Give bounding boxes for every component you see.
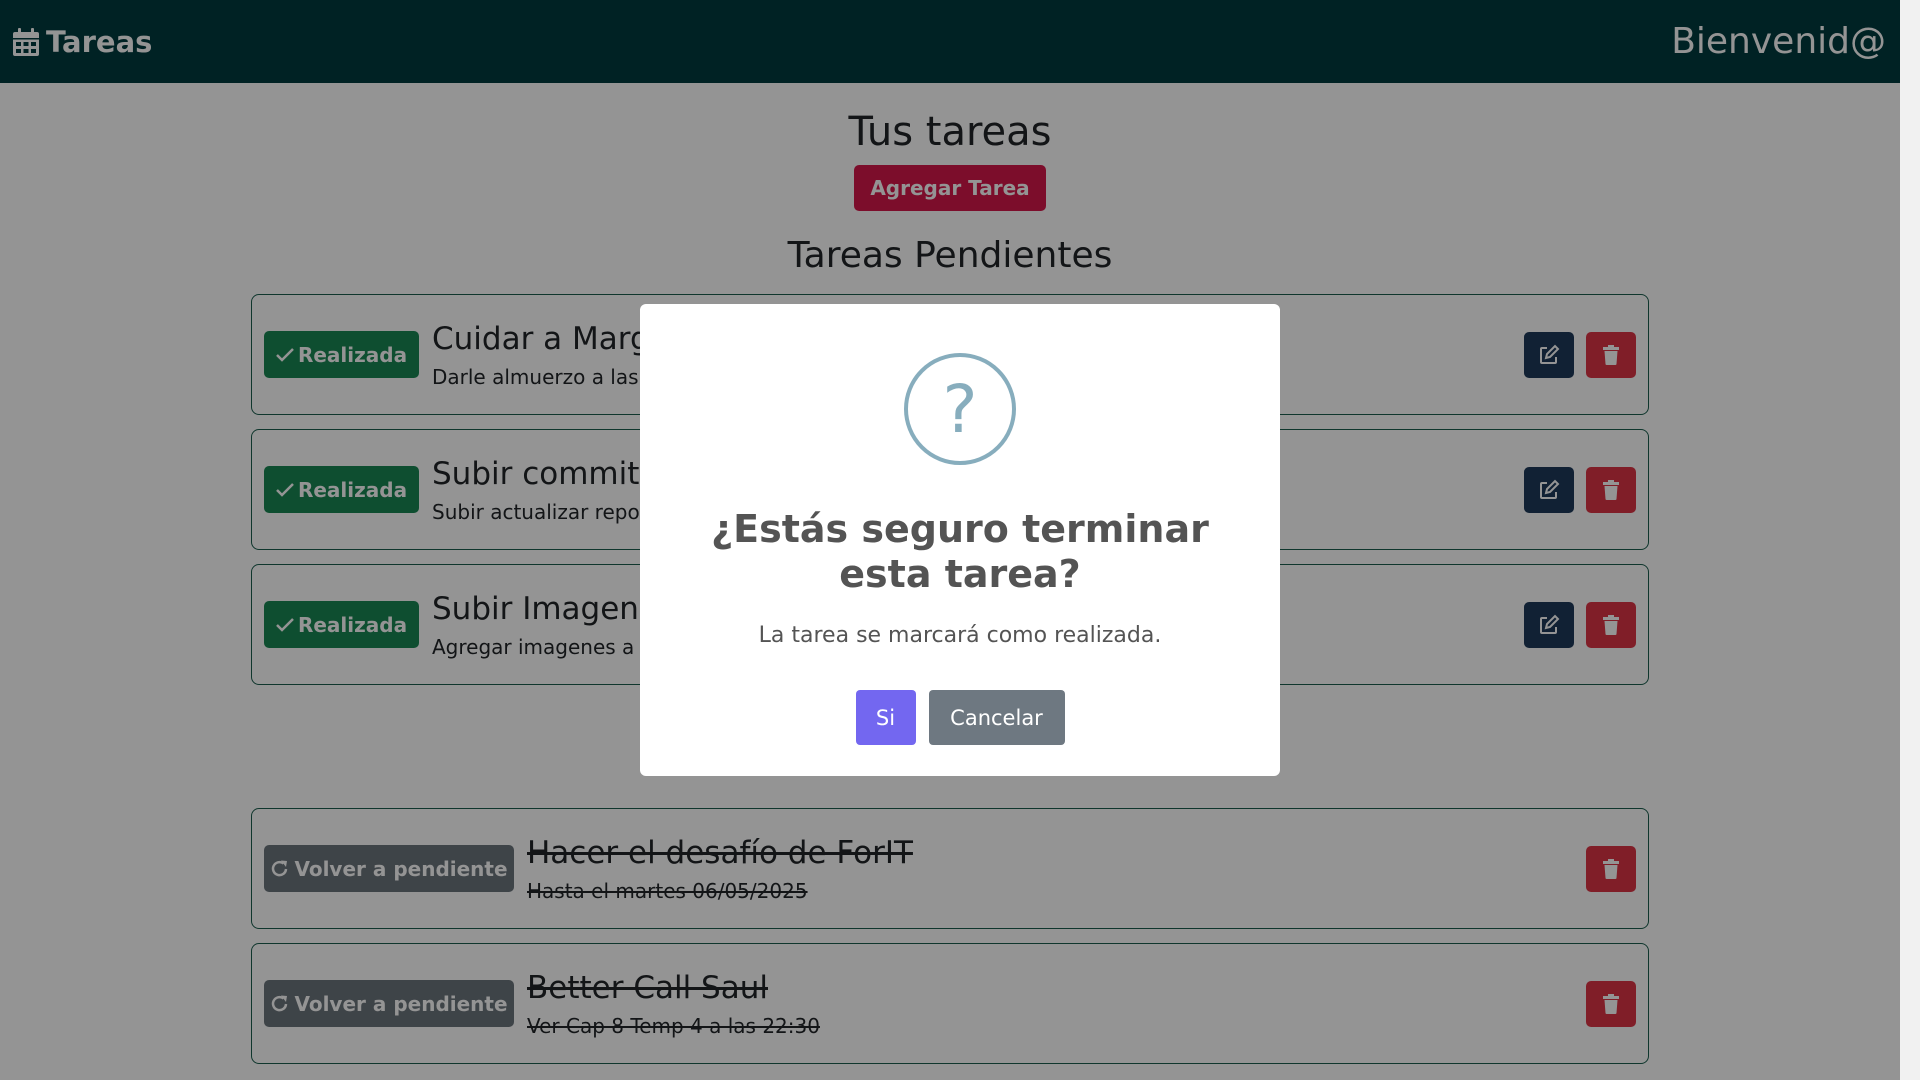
confirm-dialog: ? ¿Estás seguro terminar esta tarea? La … [640, 304, 1280, 776]
cancel-button[interactable]: Cancelar [928, 690, 1065, 745]
dialog-text: La tarea se marcará como realizada. [758, 623, 1162, 648]
confirm-button[interactable]: Si [855, 690, 916, 745]
question-icon: ? [904, 353, 1016, 465]
dialog-title: ¿Estás seguro terminar esta tarea? [711, 507, 1209, 596]
scrollbar[interactable] [1900, 0, 1920, 1080]
